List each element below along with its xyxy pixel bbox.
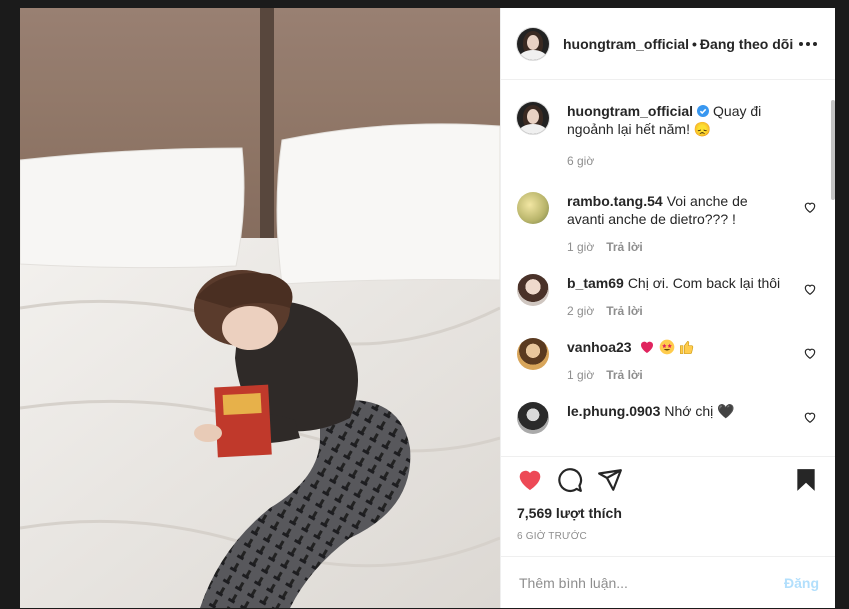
add-comment-bar: Đăng [501, 556, 835, 608]
comment-item: le.phung.0903 Nhớ chị 🖤 [517, 402, 819, 434]
comment-like-icon[interactable] [803, 346, 817, 360]
author-username[interactable]: huongtram_official [563, 36, 689, 52]
post-modal: huongtram_official • Đang theo dõi huongtr… [20, 8, 835, 608]
comment-meta: 1 giờ Trả lời [567, 366, 787, 384]
caption: huongtram_official Quay đi ngoảnh lại hết… [517, 102, 819, 170]
verified-badge-icon [697, 105, 710, 117]
post-panel: huongtram_official • Đang theo dõi huongtr… [500, 8, 835, 608]
red-heart-icon [641, 341, 654, 353]
like-heart-fill [519, 470, 541, 491]
comment-body: b_tam69 Chị ơi. Com back lại thôi 2 giờ T… [567, 274, 787, 320]
commenter-avatar[interactable] [517, 402, 549, 434]
commenter-avatar[interactable] [517, 274, 549, 306]
comments-list[interactable]: huongtram_official Quay đi ngoảnh lại hết… [501, 80, 835, 456]
comment-text: Nhớ chị 🖤 [664, 403, 735, 419]
author-avatar[interactable] [517, 27, 549, 60]
caption-time[interactable]: 6 giờ [567, 152, 594, 170]
comments-scrollbar[interactable] [831, 100, 835, 200]
reply-button[interactable]: Trả lời [606, 238, 643, 256]
comment-username[interactable]: vanhoa23 [567, 339, 632, 355]
caption-avatar[interactable] [517, 102, 549, 134]
caption-meta: 6 giờ [567, 152, 787, 170]
separator-dot: • [692, 35, 697, 52]
thumbs-up-icon [680, 341, 694, 354]
comment-username[interactable]: rambo.tang.54 [567, 193, 663, 209]
comment-meta: 2 giờ Trả lời [567, 302, 787, 320]
post-header: huongtram_official • Đang theo dõi [501, 8, 835, 80]
like-count[interactable]: 7,569 lượt thích [517, 505, 819, 521]
share-icon[interactable] [597, 467, 623, 493]
post-actions: 7,569 lượt thích 6 GIỜ TRƯỚC [501, 456, 835, 556]
comment-like-icon[interactable] [803, 282, 817, 296]
star-struck-icon [660, 339, 675, 355]
reply-button[interactable]: Trả lời [606, 366, 643, 384]
post-timestamp: 6 GIỜ TRƯỚC [517, 531, 587, 542]
post-image [20, 8, 500, 608]
comment-time[interactable]: 2 giờ [567, 302, 594, 320]
comment-text: Chị ơi. Com back lại thôi [627, 275, 781, 291]
comment-like-icon[interactable] [803, 410, 817, 424]
comment-item: vanhoa23 1 giờ Trả lời [517, 338, 819, 384]
follow-status-button[interactable]: Đang theo dõi [700, 36, 793, 52]
more-options-icon[interactable] [797, 36, 819, 52]
save-bookmark-icon[interactable] [793, 467, 819, 493]
comment-body: le.phung.0903 Nhớ chị 🖤 [567, 402, 787, 434]
commenter-avatar[interactable] [517, 192, 549, 224]
comment-input[interactable] [517, 573, 784, 592]
post-photo[interactable] [20, 8, 500, 608]
header-user: huongtram_official • Đang theo dõi [563, 36, 793, 52]
comment-item: rambo.tang.54 Voi anche de avanti anche d… [517, 192, 819, 256]
post-comment-button[interactable]: Đăng [784, 575, 819, 591]
comment-username[interactable]: le.phung.0903 [567, 403, 660, 419]
comment-body: vanhoa23 1 giờ Trả lời [567, 338, 787, 384]
comment-icon[interactable] [557, 467, 583, 493]
reply-button[interactable]: Trả lời [606, 302, 643, 320]
like-heart-icon[interactable] [517, 467, 543, 493]
action-icons [517, 457, 819, 503]
comment-body: rambo.tang.54 Voi anche de avanti anche d… [567, 192, 787, 256]
comment-username[interactable]: b_tam69 [567, 275, 624, 291]
caption-body: huongtram_official Quay đi ngoảnh lại hết… [567, 102, 787, 170]
comment-time[interactable]: 1 giờ [567, 238, 594, 256]
comment-like-icon[interactable] [803, 200, 817, 214]
caption-username[interactable]: huongtram_official [567, 103, 693, 119]
comment-meta: 1 giờ Trả lời [567, 238, 787, 256]
comment-item: b_tam69 Chị ơi. Com back lại thôi 2 giờ T… [517, 274, 819, 320]
commenter-avatar[interactable] [517, 338, 549, 370]
comment-time[interactable]: 1 giờ [567, 366, 594, 384]
